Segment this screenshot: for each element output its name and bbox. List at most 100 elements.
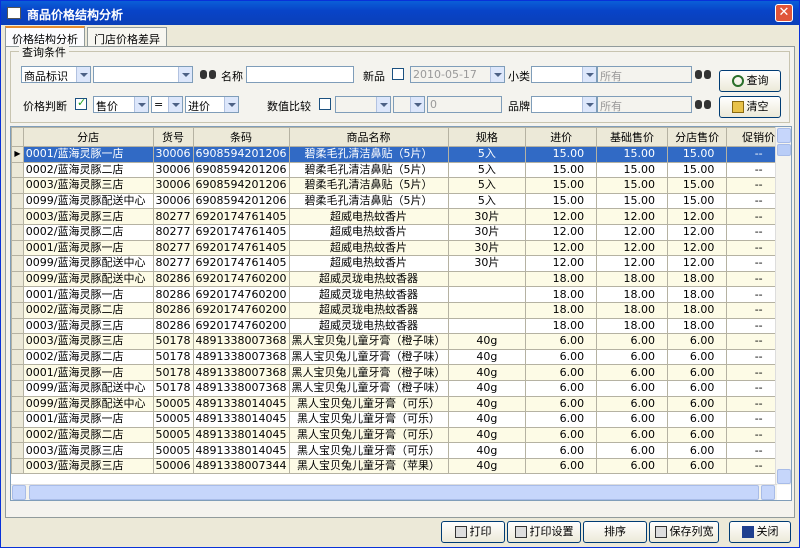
table-row[interactable]: 0002/蓝海灵豚二店 30006 6908594201206 碧柔毛孔清洁鼻贴（5片… [11,161,791,179]
header-spec[interactable]: 规格 [447,127,527,147]
scroll-down-button[interactable] [777,469,791,484]
scroll-right-button[interactable] [761,485,775,500]
table-cell: 6920174761405 [192,223,290,241]
table-cell: 12.00 [596,239,668,257]
table-cell: 超威灵珑电热蚊香器 [288,317,449,335]
table-cell: 18.00 [596,317,668,335]
scroll-up-button[interactable] [777,128,791,143]
table-row[interactable]: 0003/蓝海灵豚三店 50006 4891338007344 黑人宝贝兔儿童牙膏（苹… [11,457,791,475]
price-left-select[interactable]: 售价 [93,96,149,113]
price-right-select[interactable]: 进价 [185,96,239,113]
value-compare-field-select[interactable] [335,96,391,113]
table-cell: 超威灵珑电热蚊香器 [288,301,449,319]
subcategory-select[interactable] [531,66,597,83]
close-button[interactable]: 关闭 [729,521,791,543]
table-cell: 超威电热蚊香片 [288,208,449,225]
horizontal-scrollbar[interactable] [11,484,777,500]
vertical-scrollbar[interactable] [775,127,791,485]
table-cell: 6920174761405 [192,208,290,225]
name-input[interactable] [246,66,354,83]
hscroll-thumb[interactable] [29,485,759,500]
query-button[interactable]: 查询 [719,70,781,92]
table-cell: 40g [447,457,527,475]
clear-button[interactable]: 清空 [719,96,781,118]
table-row[interactable]: 0099/蓝海灵豚配送中心 50178 4891338007368 黑人宝贝兔儿童牙膏… [11,379,791,397]
table-row[interactable]: 0003/蓝海灵豚三店 80286 6920174760200 超威灵珑电热蚊香器 18… [11,317,791,335]
main-window: 商品价格结构分析 ✕ 价格结构分析 门店价格差异 查询条件 商品标识 名称 新品… [0,0,800,548]
table-cell: 15.00 [666,177,728,194]
binoculars-icon[interactable] [695,97,711,111]
table-row[interactable]: ▶ 0001/蓝海灵豚一店 30006 6908594201206 碧柔毛孔清洁鼻贴（5… [11,146,791,163]
table-cell: 80286 [152,270,194,288]
table-cell: 0099/蓝海灵豚配送中心 [22,395,154,413]
table-cell: 50178 [152,333,194,350]
table-cell: 15.00 [525,177,598,194]
goods-id-input[interactable] [93,66,193,83]
row-indicator [11,317,24,335]
chevron-down-icon [224,97,238,112]
table-cell: 18.00 [666,286,728,303]
header-base-price[interactable]: 基础售价 [596,127,668,147]
header-store-price[interactable]: 分店售价 [666,127,728,147]
save-column-width-button[interactable]: 保存列宽 [649,521,719,543]
value-compare-input[interactable]: 0 [427,96,502,113]
table-cell: 6.00 [596,395,668,413]
new-product-date[interactable]: 2010-05-17 [410,66,505,83]
table-row[interactable]: 0002/蓝海灵豚二店 80286 6920174760200 超威灵珑电热蚊香器 18… [11,301,791,319]
table-row[interactable]: 0099/蓝海灵豚配送中心 80286 6920174760200 超威灵珑电热蚊香器… [11,270,791,288]
table-row[interactable]: 0002/蓝海灵豚二店 50178 4891338007368 黑人宝贝兔儿童牙膏（橙… [11,348,791,366]
binoculars-icon[interactable] [695,67,711,81]
table-cell: 12.00 [525,239,598,257]
table-row[interactable]: 0002/蓝海灵豚二店 50005 4891338014045 黑人宝贝兔儿童牙膏（可… [11,426,791,444]
brand-select[interactable] [531,96,597,113]
table-row[interactable]: 0003/蓝海灵豚三店 50005 4891338014045 黑人宝贝兔儿童牙膏（可… [11,442,791,459]
value-compare-op-select[interactable] [393,96,425,113]
table-cell: 6.00 [596,411,668,428]
table-cell: 4891338007368 [192,379,290,397]
table-cell: 0001/蓝海灵豚一店 [22,239,154,257]
table-cell: 40g [447,333,527,350]
table-row[interactable]: 0001/蓝海灵豚一店 80277 6920174761405 超威电热蚊香片 30片 1… [11,239,791,257]
table-row[interactable]: 0003/蓝海灵豚三店 80277 6920174761405 超威电热蚊香片 30片 1… [11,208,791,225]
table-row[interactable]: 0099/蓝海灵豚配送中心 30006 6908594201206 碧柔毛孔清洁鼻贴（… [11,192,791,210]
table-row[interactable]: 0003/蓝海灵豚三店 50178 4891338007368 黑人宝贝兔儿童牙膏（橙… [11,333,791,350]
table-row[interactable]: 0002/蓝海灵豚二店 80277 6920174761405 超威电热蚊香片 30片 1… [11,223,791,241]
table-row[interactable]: 0001/蓝海灵豚一店 80286 6920174760200 超威灵珑电热蚊香器 18… [11,286,791,303]
table-cell: 4891338014045 [192,426,290,444]
table-row[interactable]: 0099/蓝海灵豚配送中心 80277 6920174761405 超威电热蚊香片 30… [11,255,791,272]
value-compare-checkbox[interactable] [319,98,331,110]
table-row[interactable]: 0003/蓝海灵豚三店 30006 6908594201206 碧柔毛孔清洁鼻贴（5片… [11,177,791,194]
header-purchase-price[interactable]: 进价 [525,127,598,147]
scroll-left-button[interactable] [12,485,26,500]
sort-button[interactable]: 排序 [583,521,647,543]
chevron-down-icon [178,67,192,82]
window-close-button[interactable]: ✕ [775,4,793,22]
table-cell [447,270,527,288]
print-setup-button[interactable]: 打印设置 [507,521,581,543]
table-cell: 6.00 [525,442,598,459]
header-barcode[interactable]: 条码 [192,127,290,147]
print-button[interactable]: 打印 [441,521,505,543]
header-product-name[interactable]: 商品名称 [288,127,449,147]
table-row[interactable]: 0099/蓝海灵豚配送中心 50005 4891338014045 黑人宝贝兔儿童牙膏… [11,395,791,413]
new-product-checkbox[interactable] [392,68,404,80]
header-store[interactable]: 分店 [22,127,154,147]
table-cell: 50005 [152,411,194,428]
table-cell: 黑人宝贝兔儿童牙膏（可乐） [288,426,449,444]
goods-id-select[interactable]: 商品标识 [21,66,91,83]
tab-store-price-diff[interactable]: 门店价格差异 [87,27,167,47]
binoculars-icon[interactable] [200,67,216,81]
table-cell: 15.00 [596,192,668,210]
table-cell: 0001/蓝海灵豚一店 [22,286,154,303]
scroll-thumb[interactable] [777,144,791,156]
table-cell [447,286,527,303]
table-cell: 0003/蓝海灵豚三店 [22,177,154,194]
price-judge-checkbox[interactable] [75,96,87,110]
data-grid[interactable]: 分店 货号 条码 商品名称 规格 进价 基础售价 分店售价 促销价 ▶ 0001/… [10,126,792,501]
price-operator-select[interactable]: = [151,96,183,113]
table-row[interactable]: 0001/蓝海灵豚一店 50005 4891338014045 黑人宝贝兔儿童牙膏（可… [11,411,791,428]
table-row[interactable]: 0001/蓝海灵豚一店 50178 4891338007368 黑人宝贝兔儿童牙膏（橙… [11,364,791,381]
header-item-no[interactable]: 货号 [152,127,194,147]
new-product-label: 新品 [363,70,385,83]
table-cell: 0099/蓝海灵豚配送中心 [22,270,154,288]
